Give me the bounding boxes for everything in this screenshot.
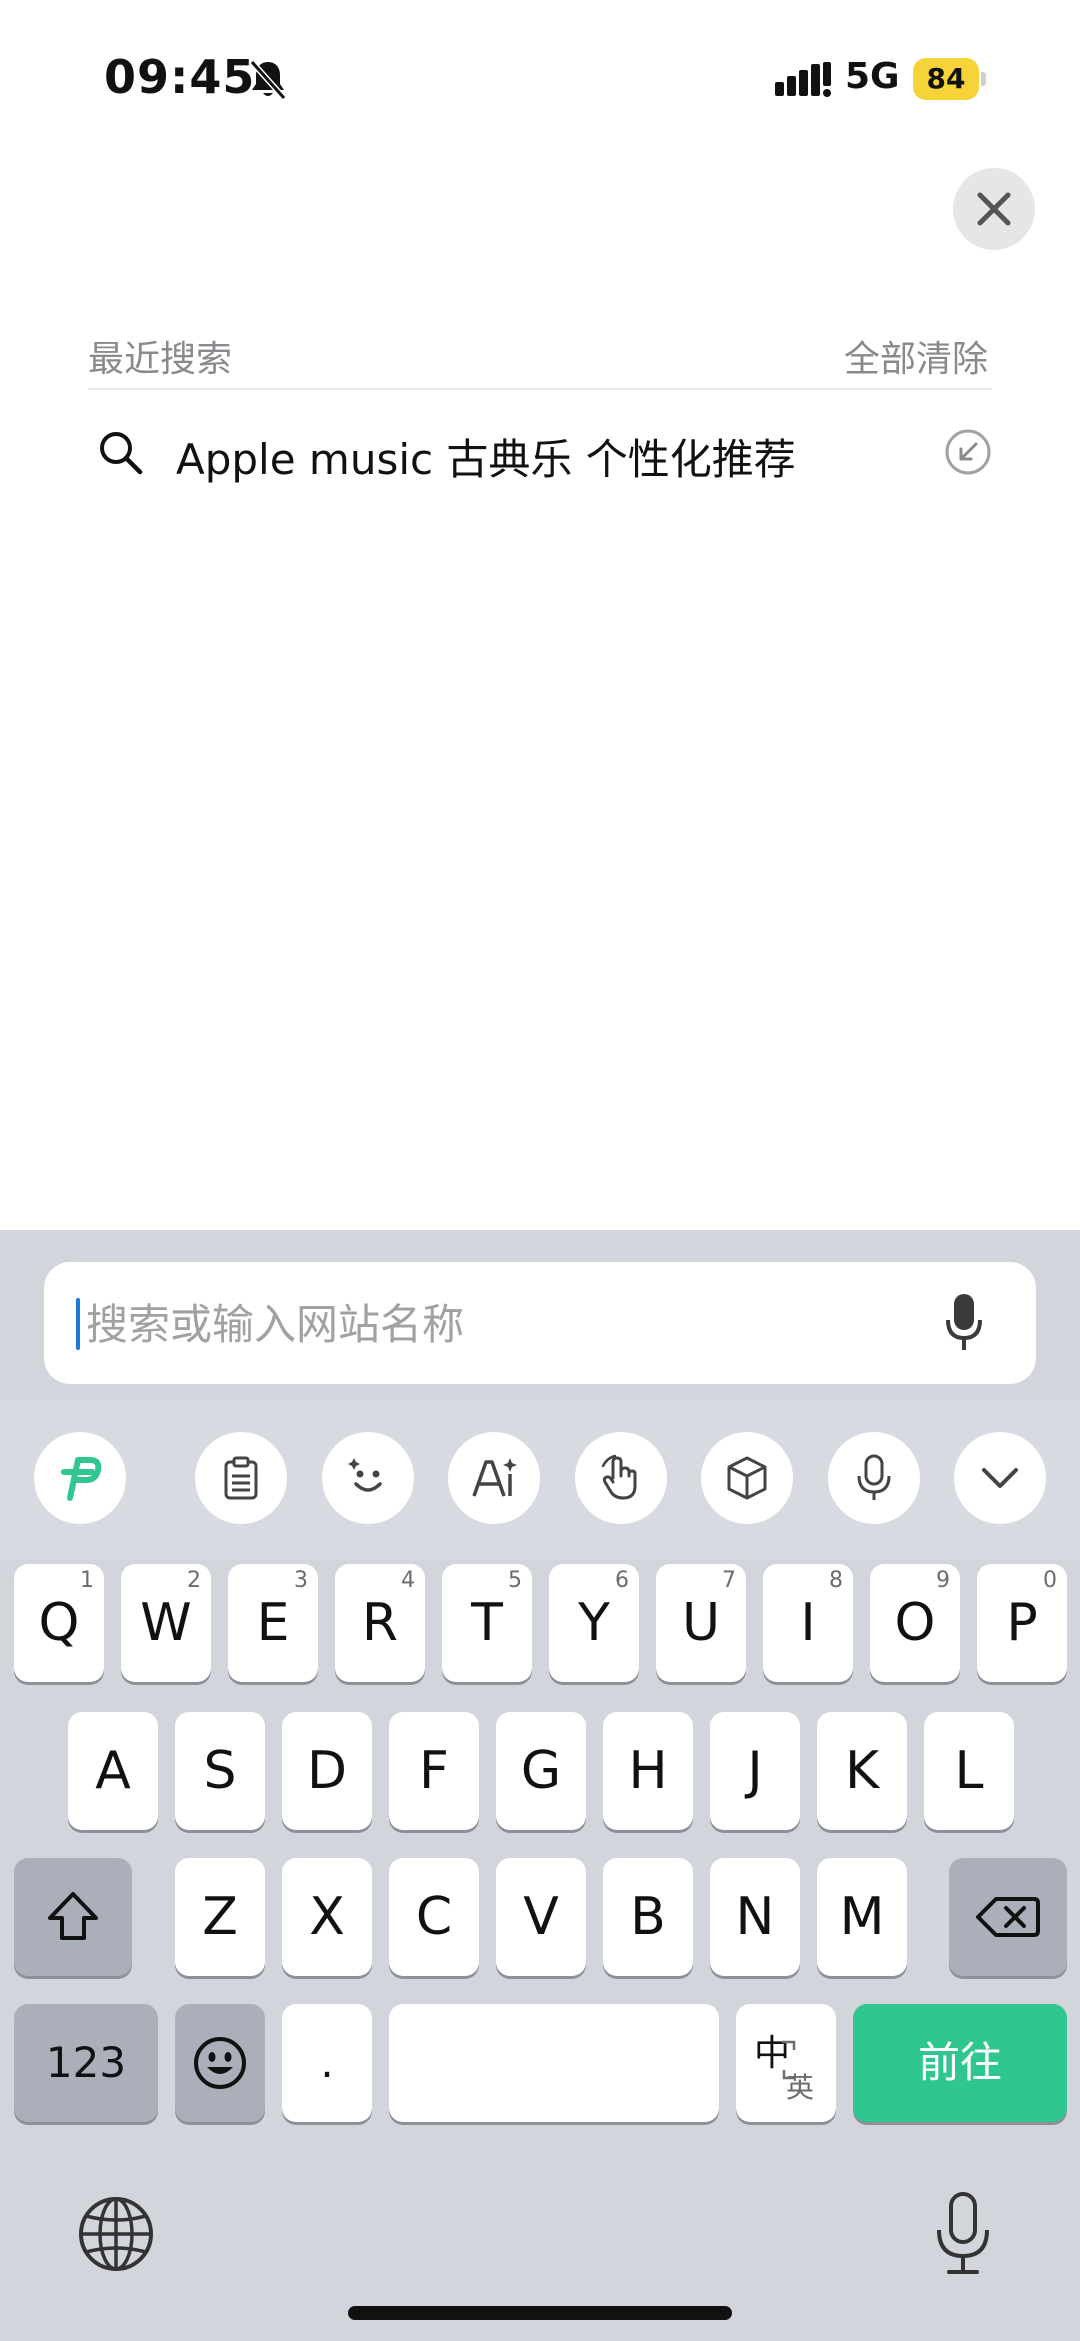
- key-d[interactable]: D: [282, 1712, 372, 1830]
- battery-icon: 84: [913, 58, 986, 100]
- search-input[interactable]: [84, 1262, 948, 1386]
- search-icon: [100, 432, 143, 475]
- status-time: 09:45: [104, 50, 256, 104]
- clipboard-icon: [224, 1456, 258, 1500]
- voice-input-button[interactable]: [828, 1432, 920, 1524]
- signal-icon: [775, 62, 831, 97]
- key-y[interactable]: Y6: [549, 1564, 639, 1682]
- space-key[interactable]: [389, 2004, 719, 2122]
- key-q[interactable]: Q1: [14, 1564, 104, 1682]
- microphone-icon: [857, 1454, 891, 1500]
- text-cursor: [76, 1298, 80, 1350]
- key-t[interactable]: T5: [442, 1564, 532, 1682]
- key-i[interactable]: I8: [763, 1564, 853, 1682]
- cube-button[interactable]: [701, 1432, 793, 1524]
- divider: [88, 388, 992, 390]
- key-v[interactable]: V: [496, 1858, 586, 1976]
- gesture-hand-icon: [601, 1454, 637, 1500]
- key-c[interactable]: C: [389, 1858, 479, 1976]
- key-z[interactable]: Z: [175, 1858, 265, 1976]
- key-f[interactable]: F: [389, 1712, 479, 1830]
- key-o[interactable]: O9: [870, 1564, 960, 1682]
- key-x[interactable]: X: [282, 1858, 372, 1976]
- key-g[interactable]: G: [496, 1712, 586, 1830]
- close-button[interactable]: [953, 168, 1035, 250]
- numbers-key[interactable]: 123: [14, 2004, 158, 2122]
- backspace-icon: [976, 1897, 1040, 1937]
- key-a[interactable]: A: [68, 1712, 158, 1830]
- key-s[interactable]: S: [175, 1712, 265, 1830]
- key-u[interactable]: U7: [656, 1564, 746, 1682]
- backspace-key[interactable]: [949, 1858, 1067, 1976]
- dictation-mic-icon[interactable]: [932, 2190, 994, 2278]
- collapse-toolbar-button[interactable]: [954, 1432, 1046, 1524]
- bell-slash-icon: [249, 60, 287, 100]
- key-r[interactable]: R4: [335, 1564, 425, 1682]
- battery-level: 84: [926, 62, 966, 95]
- cube-icon: [727, 1456, 767, 1500]
- emoji-face-icon: [348, 1458, 382, 1492]
- key-j[interactable]: J: [710, 1712, 800, 1830]
- emoji-face-button[interactable]: [322, 1432, 414, 1524]
- globe-icon[interactable]: [76, 2194, 156, 2274]
- recent-search-text: Apple music 古典乐 个性化推荐: [176, 435, 796, 484]
- ai-writing-button[interactable]: [448, 1432, 540, 1524]
- key-b[interactable]: B: [603, 1858, 693, 1976]
- ime-logo-icon: [61, 1457, 102, 1501]
- clear-all-button[interactable]: 全部清除: [844, 330, 988, 382]
- chevron-down-icon: [982, 1468, 1018, 1488]
- microphone-icon[interactable]: [944, 1292, 984, 1354]
- key-w[interactable]: W2: [121, 1564, 211, 1682]
- key-m[interactable]: M: [817, 1858, 907, 1976]
- key-e[interactable]: E3: [228, 1564, 318, 1682]
- close-icon: [977, 192, 1011, 226]
- period-key[interactable]: .: [282, 2004, 372, 2122]
- fill-arrow-icon[interactable]: [944, 428, 992, 476]
- home-indicator[interactable]: [348, 2306, 732, 2320]
- emoji-key[interactable]: [175, 2004, 265, 2122]
- shift-key[interactable]: [14, 1858, 132, 1976]
- key-p[interactable]: P0: [977, 1564, 1067, 1682]
- search-field[interactable]: [44, 1262, 1036, 1386]
- network-type: 5G: [845, 56, 900, 97]
- recent-searches-title: 最近搜索: [88, 339, 233, 380]
- emoji-icon: [194, 2037, 246, 2089]
- key-k[interactable]: K: [817, 1712, 907, 1830]
- key-h[interactable]: H: [603, 1712, 693, 1830]
- clipboard-button[interactable]: [195, 1432, 287, 1524]
- key-l[interactable]: L: [924, 1712, 1014, 1830]
- shift-icon: [48, 1892, 98, 1940]
- go-key[interactable]: 前往: [853, 2004, 1067, 2122]
- language-switch-key[interactable]: 中 英: [736, 2004, 836, 2122]
- ai-writing-icon: [472, 1458, 517, 1497]
- ime-logo-button[interactable]: [34, 1432, 126, 1524]
- key-n[interactable]: N: [710, 1858, 800, 1976]
- gesture-hand-button[interactable]: [575, 1432, 667, 1524]
- status-bar: 09:45 5G 84: [0, 0, 1080, 160]
- recent-search-item[interactable]: Apple music 古典乐 个性化推荐: [88, 410, 992, 492]
